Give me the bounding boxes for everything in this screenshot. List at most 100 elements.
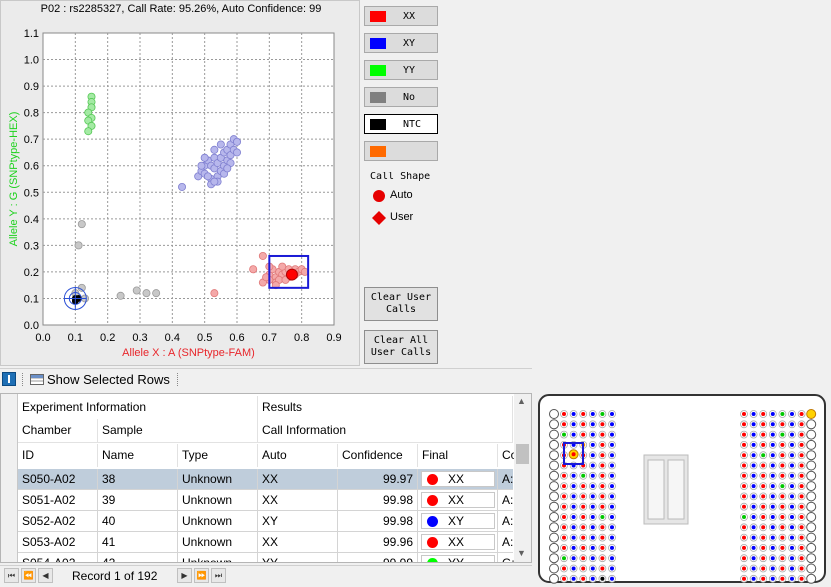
chip-well[interactable] bbox=[806, 429, 817, 440]
data-point-xy[interactable] bbox=[178, 182, 187, 191]
table-row[interactable]: S054-A02 42 Unknown YY 99.99 YY G: bbox=[18, 553, 518, 562]
chip-edge-well[interactable] bbox=[549, 501, 559, 512]
final-call-box[interactable]: XX bbox=[421, 492, 495, 508]
chip-edge-well[interactable] bbox=[549, 491, 559, 502]
chip-well[interactable] bbox=[806, 512, 817, 522]
cell-type[interactable]: Unknown bbox=[178, 490, 258, 511]
legend-item-ntc[interactable]: NTC bbox=[364, 114, 438, 134]
table-row[interactable]: S053-A02 41 Unknown XX 99.96 XX A: bbox=[18, 532, 518, 553]
chip-well[interactable] bbox=[806, 450, 817, 461]
column-header-final[interactable]: Final bbox=[418, 444, 498, 467]
data-point-xx[interactable] bbox=[258, 251, 267, 260]
data-point-no[interactable] bbox=[132, 286, 141, 295]
data-point-xy[interactable] bbox=[223, 164, 232, 173]
chip-well[interactable] bbox=[806, 553, 817, 564]
cell-id[interactable]: S050-A02 bbox=[18, 469, 98, 490]
scatter-plot-panel[interactable]: 0.0 0.1 0.2 0.3 0.4 0.5 0.6 0.7 0.8 0.9 0.0 0.1 0.2 0… bbox=[0, 0, 360, 366]
show-selected-rows-button[interactable]: Show Selected Rows bbox=[47, 372, 170, 387]
cell-id[interactable]: S053-A02 bbox=[18, 532, 98, 553]
table-row[interactable]: S051-A02 39 Unknown XX 99.98 XX A: bbox=[18, 490, 518, 511]
nav-prev-page-icon[interactable]: ⏪ bbox=[21, 568, 36, 583]
scroll-up-icon[interactable]: ▲ bbox=[517, 396, 526, 406]
cell-auto[interactable]: XY bbox=[258, 511, 338, 532]
cell-final[interactable]: YY bbox=[418, 553, 498, 562]
clear-all-user-calls-button[interactable]: Clear All User Calls bbox=[364, 330, 438, 364]
final-call-box[interactable]: XX bbox=[421, 471, 495, 487]
cell-auto[interactable]: XX bbox=[258, 532, 338, 553]
scrollbar-thumb[interactable] bbox=[516, 444, 529, 464]
cell-name[interactable]: 41 bbox=[98, 532, 178, 553]
cell-confidence[interactable]: 99.97 bbox=[338, 469, 418, 490]
chip-well[interactable] bbox=[806, 470, 817, 481]
cell-name[interactable]: 38 bbox=[98, 469, 178, 490]
data-point-xy[interactable] bbox=[216, 140, 225, 149]
chip-well[interactable] bbox=[806, 481, 817, 492]
cell-type[interactable]: Unknown bbox=[178, 469, 258, 490]
chip-edge-well[interactable] bbox=[549, 553, 559, 564]
cell-auto[interactable]: XX bbox=[258, 469, 338, 490]
chip-edge-well[interactable] bbox=[549, 542, 559, 553]
group-header-experiment[interactable]: Experiment Information bbox=[18, 396, 258, 419]
nav-first-icon[interactable]: ⏮ bbox=[4, 568, 19, 583]
chip-edge-well[interactable] bbox=[549, 512, 559, 522]
scroll-down-icon[interactable]: ▼ bbox=[517, 548, 526, 558]
chip-well[interactable] bbox=[806, 573, 817, 584]
chip-edge-well[interactable] bbox=[549, 522, 559, 533]
cell-auto[interactable]: YY bbox=[258, 553, 338, 562]
chip-well[interactable] bbox=[806, 501, 817, 512]
cell-confidence[interactable]: 99.96 bbox=[338, 532, 418, 553]
cell-type[interactable]: Unknown bbox=[178, 511, 258, 532]
legend-item-yy[interactable]: YY bbox=[364, 60, 438, 80]
data-point-xx[interactable] bbox=[249, 265, 258, 274]
chip-well[interactable] bbox=[806, 522, 817, 533]
data-point-no[interactable] bbox=[116, 291, 125, 300]
chip-edge-well[interactable] bbox=[549, 470, 559, 481]
chip-edge-well[interactable] bbox=[549, 460, 559, 471]
data-point-yy[interactable] bbox=[84, 127, 93, 136]
chip-edge-well[interactable] bbox=[549, 439, 559, 450]
data-point-xy[interactable] bbox=[210, 145, 219, 154]
chip-edge-well[interactable] bbox=[549, 450, 559, 461]
chip-edge-well[interactable] bbox=[549, 563, 559, 574]
column-header-auto[interactable]: Auto bbox=[258, 444, 338, 467]
chip-well[interactable] bbox=[806, 439, 817, 450]
chip-edge-well[interactable] bbox=[549, 409, 559, 419]
chip-well[interactable] bbox=[806, 419, 817, 430]
chip-well[interactable] bbox=[806, 542, 817, 553]
plot-area[interactable] bbox=[42, 32, 335, 326]
chip-edge-well[interactable] bbox=[549, 532, 559, 543]
chip-map-panel[interactable] bbox=[536, 393, 828, 585]
table-row[interactable]: S052-A02 40 Unknown XY 99.98 XY A: bbox=[18, 511, 518, 532]
clear-user-calls-button[interactable]: Clear User Calls bbox=[364, 287, 438, 321]
final-call-box[interactable]: YY bbox=[421, 555, 495, 562]
chip-well[interactable] bbox=[806, 491, 817, 502]
legend-item-orange[interactable] bbox=[364, 141, 438, 161]
data-point-xy[interactable] bbox=[203, 172, 212, 181]
chip-well[interactable] bbox=[806, 563, 817, 574]
cell-confidence[interactable]: 99.98 bbox=[338, 511, 418, 532]
cell-final[interactable]: XY bbox=[418, 511, 498, 532]
chip-well[interactable] bbox=[806, 460, 817, 471]
data-point-xy[interactable] bbox=[232, 137, 241, 146]
nav-next-page-icon[interactable]: ⏩ bbox=[194, 568, 209, 583]
chip-edge-well[interactable] bbox=[549, 481, 559, 492]
table-row[interactable]: S050-A02 38 Unknown XX 99.97 XX A: bbox=[18, 469, 518, 490]
chip-well[interactable] bbox=[806, 532, 817, 543]
column-header-confidence[interactable]: Confidence bbox=[338, 444, 418, 467]
vertical-scrollbar[interactable]: ▲ ▼ bbox=[514, 394, 531, 562]
data-point-no[interactable] bbox=[74, 241, 83, 250]
data-point-xy[interactable] bbox=[200, 153, 209, 162]
highlighted-point[interactable] bbox=[285, 268, 298, 281]
chip-edge-well[interactable] bbox=[549, 573, 559, 584]
cell-final[interactable]: XX bbox=[418, 532, 498, 553]
cell-auto[interactable]: XX bbox=[258, 490, 338, 511]
final-call-box[interactable]: XY bbox=[421, 513, 495, 529]
nav-prev-icon[interactable]: ◀ bbox=[38, 568, 53, 583]
group-header-results[interactable]: Results bbox=[258, 396, 513, 419]
chip-well[interactable] bbox=[806, 409, 817, 419]
data-point-xy[interactable] bbox=[232, 148, 241, 157]
data-point-no[interactable] bbox=[77, 220, 86, 229]
cell-id[interactable]: S054-A02 bbox=[18, 553, 98, 562]
data-point-no[interactable] bbox=[152, 289, 161, 298]
cell-type[interactable]: Unknown bbox=[178, 532, 258, 553]
